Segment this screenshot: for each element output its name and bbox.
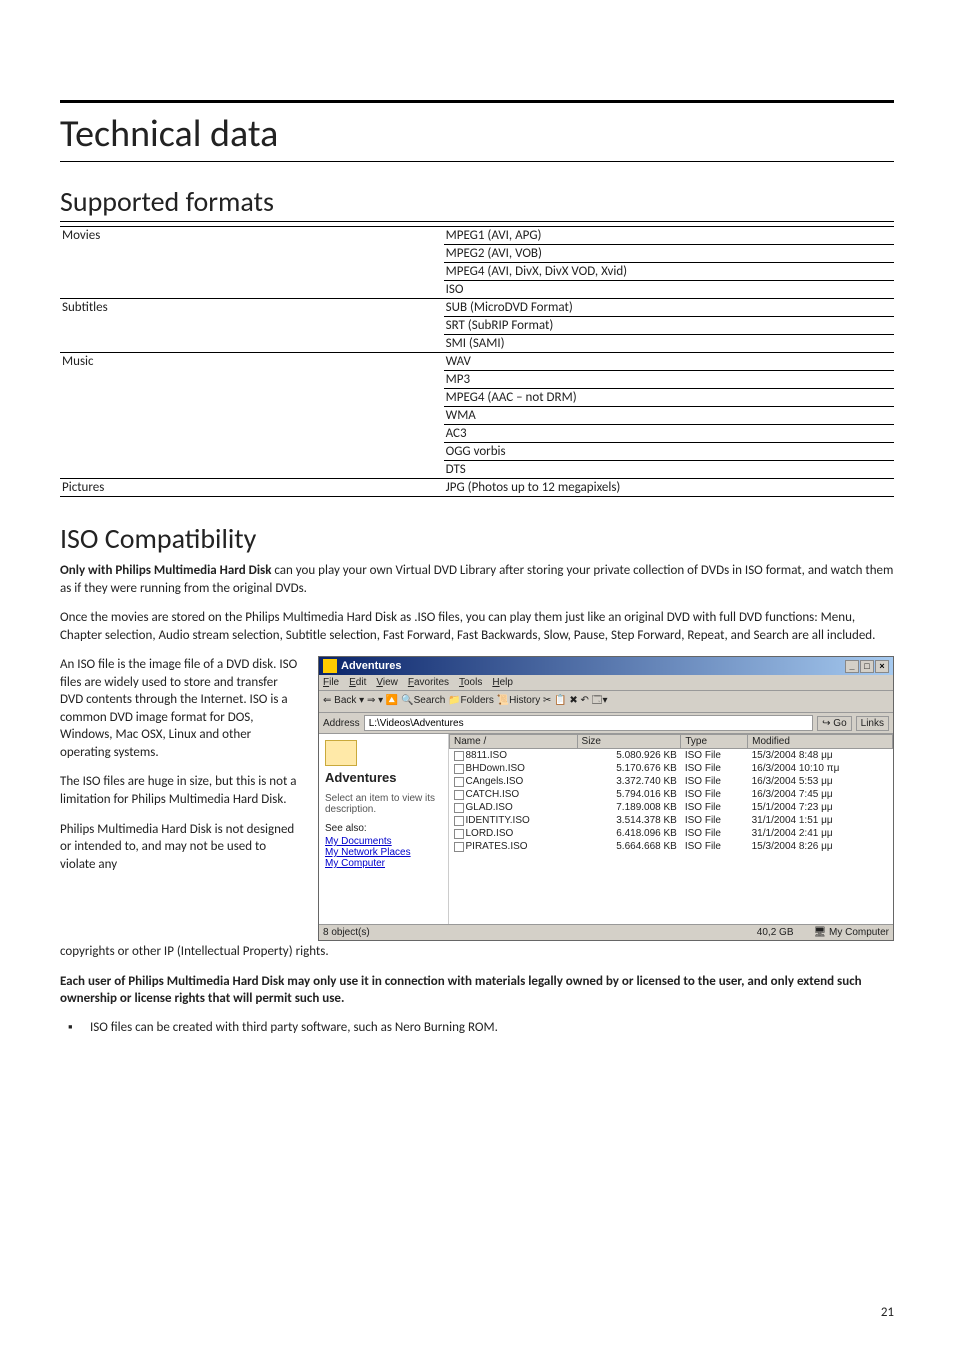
menu-item[interactable]: File (323, 677, 339, 688)
file-icon (454, 803, 464, 813)
iso-left-p2: The ISO files are huge in size, but this… (60, 773, 300, 808)
format-value: SMI (SAMI) (444, 335, 894, 353)
file-icon (454, 816, 464, 826)
format-category (60, 425, 444, 443)
format-value: SRT (SubRIP Format) (444, 317, 894, 335)
heading-supported-formats: Supported formats (60, 184, 894, 222)
address-bar: Address ↪ Go Links (319, 713, 893, 734)
format-category (60, 281, 444, 299)
format-value: SUB (MicroDVD Format) (444, 299, 894, 317)
column-header[interactable]: Modified (748, 735, 893, 749)
table-row[interactable]: 8811.ISO5.080.926 KBISO File15/3/2004 8:… (450, 749, 893, 763)
see-also-label: See also: (325, 823, 442, 834)
window-title: Adventures (341, 660, 402, 672)
close-button[interactable]: × (875, 660, 889, 673)
column-header[interactable]: Size (577, 735, 681, 749)
bullet-icon: ▪ (60, 1020, 90, 1035)
iso-bullet-text: ISO files can be created with third part… (90, 1020, 498, 1035)
format-category: Pictures (60, 479, 444, 497)
status-objects: 8 object(s) (323, 927, 370, 938)
side-folder-name: Adventures (325, 770, 442, 785)
format-value: WAV (444, 353, 894, 371)
go-button[interactable]: ↪ Go (817, 716, 852, 731)
toolbar[interactable]: ⇐ Back ▾ ⇒ ▾ 🔼 🔍Search 📁Folders 📜History… (319, 691, 893, 713)
page-number: 21 (881, 1305, 894, 1320)
status-bar: 8 object(s) 40,2 GB 🖥 My Computer (319, 924, 893, 940)
format-category (60, 407, 444, 425)
maximize-button[interactable]: □ (860, 660, 874, 673)
format-value: MP3 (444, 371, 894, 389)
format-category: Movies (60, 227, 444, 245)
table-row[interactable]: BHDown.ISO5.170.676 KBISO File16/3/2004 … (450, 762, 893, 775)
iso-bullet-row: ▪ ISO files can be created with third pa… (60, 1020, 894, 1035)
table-row[interactable]: GLAD.ISO7.189.008 KBISO File15/1/2004 7:… (450, 801, 893, 814)
format-category (60, 317, 444, 335)
file-icon (454, 777, 464, 787)
explorer-window: Adventures _ □ × File Edit View Favorites To… (318, 656, 894, 941)
file-icon (454, 790, 464, 800)
format-category: Subtitles (60, 299, 444, 317)
column-header[interactable]: Name / (450, 735, 578, 749)
folder-icon (323, 659, 337, 673)
file-icon (454, 764, 464, 774)
format-category (60, 245, 444, 263)
format-value: MPEG1 (AVI, APG) (444, 227, 894, 245)
iso-left-p3: Philips Multimedia Hard Disk is not desi… (60, 821, 300, 874)
menu-item[interactable]: Tools (459, 677, 482, 688)
menu-item[interactable]: View (376, 677, 398, 688)
format-value: MPEG4 (AAC – not DRM) (444, 389, 894, 407)
format-category (60, 335, 444, 353)
side-link[interactable]: My Network Places (325, 847, 442, 858)
format-value: JPG (Photos up to 12 megapixels) (444, 479, 894, 497)
file-icon (454, 842, 464, 852)
heading-technical-data: Technical data (60, 100, 894, 162)
folder-big-icon (325, 740, 357, 766)
window-titlebar: Adventures _ □ × (319, 657, 893, 675)
menu-item[interactable]: Edit (349, 677, 366, 688)
status-size: 40,2 GB (757, 927, 794, 938)
address-label: Address (323, 718, 360, 729)
table-row[interactable]: PIRATES.ISO5.664.668 KBISO File15/3/2004… (450, 840, 893, 853)
minimize-button[interactable]: _ (845, 660, 859, 673)
address-input[interactable] (364, 715, 813, 731)
table-row[interactable]: CAngels.ISO3.372.740 KBISO File16/3/2004… (450, 775, 893, 788)
table-row[interactable]: LORD.ISO6.418.096 KBISO File31/1/2004 2:… (450, 827, 893, 840)
table-row[interactable]: IDENTITY.ISO3.514.378 KBISO File31/1/200… (450, 814, 893, 827)
format-category (60, 461, 444, 479)
side-link[interactable]: My Computer (325, 858, 442, 869)
side-panel: Adventures Select an item to view its de… (319, 734, 449, 924)
format-value: WMA (444, 407, 894, 425)
column-header[interactable]: Type (681, 735, 748, 749)
format-value: MPEG4 (AVI, DivX, DivX VOD, Xvid) (444, 263, 894, 281)
iso-left-p1: An ISO file is the image file of a DVD d… (60, 656, 300, 761)
format-value: DTS (444, 461, 894, 479)
file-icon (454, 751, 464, 761)
iso-para-1: Only with Philips Multimedia Hard Disk c… (60, 562, 894, 597)
file-icon (454, 829, 464, 839)
iso-after-fig: copyrights or other IP (Intellectual Pro… (60, 943, 894, 961)
format-value: ISO (444, 281, 894, 299)
file-list[interactable]: Name /SizeTypeModified 8811.ISO5.080.926… (449, 734, 893, 924)
iso-legal-bold: Each user of Philips Multimedia Hard Dis… (60, 973, 894, 1008)
iso-para-1-bold: Only with Philips Multimedia Hard Disk (60, 563, 271, 578)
format-category (60, 389, 444, 407)
format-category (60, 443, 444, 461)
links-button[interactable]: Links (856, 716, 889, 731)
format-category (60, 263, 444, 281)
format-category (60, 371, 444, 389)
status-location: 🖥 My Computer (814, 927, 890, 938)
format-value: OGG vorbis (444, 443, 894, 461)
table-row[interactable]: CATCH.ISO5.794.016 KBISO File16/3/2004 7… (450, 788, 893, 801)
format-value: AC3 (444, 425, 894, 443)
menu-bar[interactable]: File Edit View Favorites Tools Help (319, 675, 893, 691)
format-category: Music (60, 353, 444, 371)
side-link[interactable]: My Documents (325, 836, 442, 847)
side-desc: Select an item to view its description. (325, 793, 442, 815)
heading-iso-compat: ISO Compatibility (60, 521, 894, 558)
format-value: MPEG2 (AVI, VOB) (444, 245, 894, 263)
iso-para-2: Once the movies are stored on the Philip… (60, 609, 894, 644)
menu-item[interactable]: Favorites (408, 677, 449, 688)
menu-item[interactable]: Help (492, 677, 513, 688)
formats-table: MoviesMPEG1 (AVI, APG)MPEG2 (AVI, VOB)MP… (60, 226, 894, 497)
